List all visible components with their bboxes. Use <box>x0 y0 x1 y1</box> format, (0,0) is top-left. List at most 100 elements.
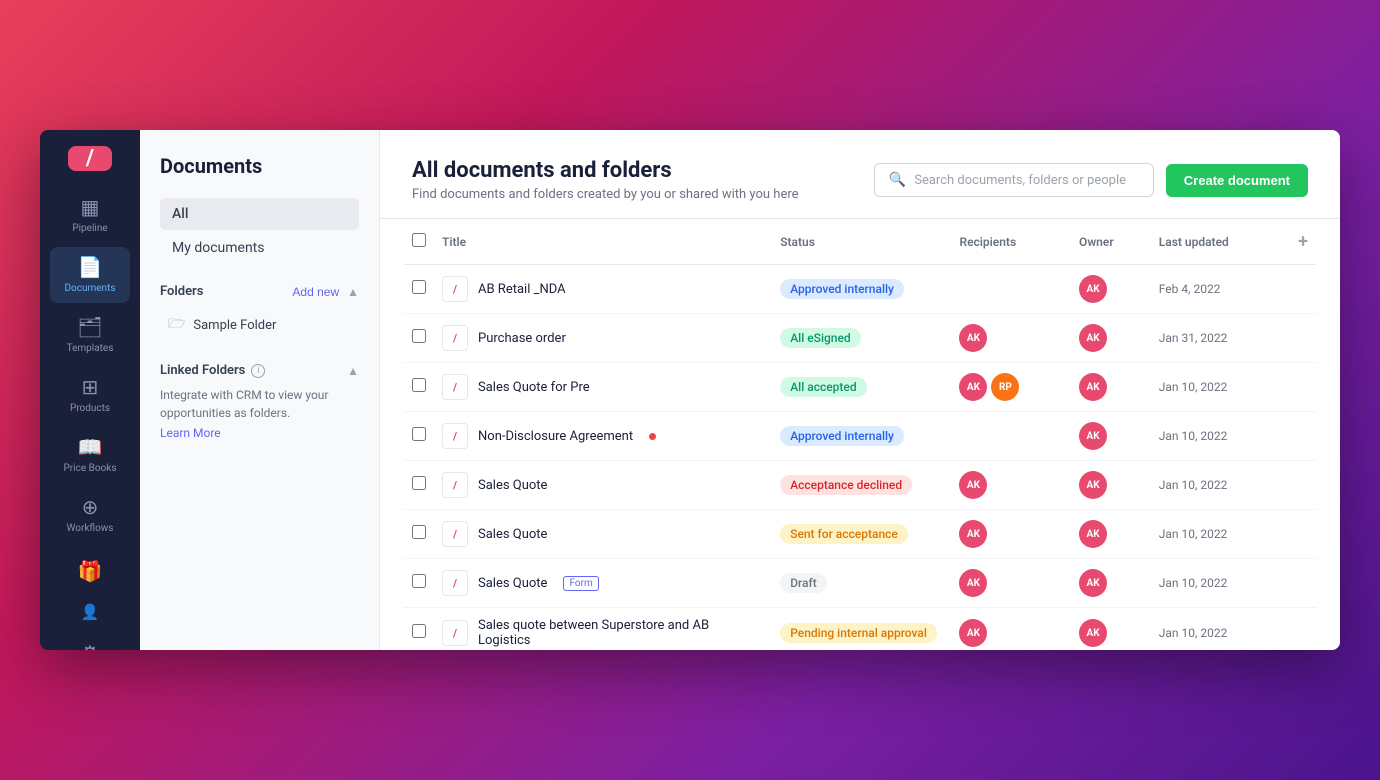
row-title-cell: /Sales Quote <box>434 461 772 510</box>
row-checkbox[interactable] <box>412 525 426 539</box>
row-owner-cell: AK <box>1071 314 1151 363</box>
sidebar-item-gifts[interactable]: 🎁 <box>50 551 130 591</box>
create-document-button[interactable]: Create document <box>1166 164 1308 197</box>
status-badge: Acceptance declined <box>780 475 912 495</box>
select-all-checkbox[interactable] <box>412 233 426 247</box>
row-checkbox[interactable] <box>412 574 426 588</box>
header-actions: 🔍 Search documents, folders or people Cr… <box>874 163 1308 197</box>
recipient-avatar: AK <box>959 520 987 548</box>
owner-avatar: AK <box>1079 373 1107 401</box>
row-checkbox[interactable] <box>412 476 426 490</box>
table-row[interactable]: /Sales Quote for PreAll acceptedAKRPAKJa… <box>404 363 1316 412</box>
table-row[interactable]: /Sales QuoteFormDraftAKAKJan 10, 2022 <box>404 559 1316 608</box>
sidebar-item-workflows[interactable]: ⊕ Workflows <box>50 487 130 543</box>
doc-icon: / <box>442 374 468 400</box>
row-updated-cell: Jan 10, 2022 <box>1151 510 1290 559</box>
row-recipients-cell: AK <box>951 314 1071 363</box>
status-badge: Draft <box>780 573 827 593</box>
row-owner-cell: AK <box>1071 265 1151 314</box>
gifts-icon: 🎁 <box>78 559 103 583</box>
th-checkbox <box>404 219 434 265</box>
search-placeholder: Search documents, folders or people <box>914 173 1126 188</box>
doc-title: AB Retail _NDA <box>478 282 566 297</box>
folders-title: Folders <box>160 284 203 299</box>
status-badge: All eSigned <box>780 328 860 348</box>
sidebar-item-documents[interactable]: 📄 Documents <box>50 247 130 303</box>
sidebar-item-products[interactable]: ⊞ Products <box>50 367 130 423</box>
th-updated: Last updated <box>1151 219 1290 265</box>
linked-folders-info-icon[interactable]: i <box>251 364 265 378</box>
row-updated-cell: Jan 10, 2022 <box>1151 559 1290 608</box>
doc-icon: / <box>442 325 468 351</box>
doc-title: Sales Quote <box>478 478 547 493</box>
table-row[interactable]: /Sales QuoteSent for acceptanceAKAKJan 1… <box>404 510 1316 559</box>
table-row[interactable]: /Non-Disclosure AgreementApproved intern… <box>404 412 1316 461</box>
row-recipients-cell: AK <box>951 608 1071 651</box>
row-updated-cell: Jan 10, 2022 <box>1151 461 1290 510</box>
sidebar-item-add-user[interactable]: 👤 <box>50 595 130 629</box>
doc-icon: / <box>442 620 468 646</box>
add-user-icon: 👤 <box>81 603 100 621</box>
row-checkbox-cell <box>404 265 434 314</box>
status-badge: Pending internal approval <box>780 623 937 643</box>
learn-more-link[interactable]: Learn More <box>160 426 221 440</box>
folders-chevron-icon[interactable]: ▲ <box>347 285 359 299</box>
doc-icon: / <box>442 276 468 302</box>
table-row[interactable]: /Purchase orderAll eSignedAKAKJan 31, 20… <box>404 314 1316 363</box>
linked-folders-chevron-icon[interactable]: ▲ <box>347 364 359 378</box>
table-row[interactable]: /Sales QuoteAcceptance declinedAKAKJan 1… <box>404 461 1316 510</box>
nav-my-documents[interactable]: My documents <box>160 232 359 264</box>
owner-avatar: AK <box>1079 471 1107 499</box>
row-updated-cell: Jan 10, 2022 <box>1151 412 1290 461</box>
owner-avatar: AK <box>1079 619 1107 647</box>
doc-title: Purchase order <box>478 331 566 346</box>
sidebar-label-workflows: Workflows <box>67 523 114 535</box>
sidebar-label-pipeline: Pipeline <box>72 223 107 235</box>
sidebar-item-settings[interactable]: ⚙ <box>50 633 130 650</box>
icon-sidebar: / ▦ Pipeline 📄 Documents 🗂 Templates ⊞ P… <box>40 130 140 650</box>
table-row[interactable]: /AB Retail _NDAApproved internallyAKFeb … <box>404 265 1316 314</box>
row-checkbox-cell <box>404 412 434 461</box>
form-badge: Form <box>563 576 598 591</box>
row-title-cell: / Sales quote between Superstore and AB L… <box>434 608 772 651</box>
app-logo[interactable]: / <box>68 146 112 171</box>
table-row[interactable]: / Sales quote between Superstore and AB L… <box>404 608 1316 651</box>
row-title-cell: /Sales Quote <box>434 510 772 559</box>
nav-all[interactable]: All <box>160 198 359 230</box>
owner-avatar: AK <box>1079 422 1107 450</box>
row-extra-cell <box>1290 510 1316 559</box>
folder-item-sample[interactable]: 🗁 Sample Folder <box>160 307 359 343</box>
add-new-folder-button[interactable]: Add new <box>292 285 339 299</box>
status-badge: Approved internally <box>780 279 904 299</box>
doc-title: Sales Quote for Pre <box>478 380 590 395</box>
row-status-cell: Approved internally <box>772 412 951 461</box>
last-updated-date: Jan 10, 2022 <box>1159 380 1228 394</box>
price-books-icon: 📖 <box>78 435 103 459</box>
row-extra-cell <box>1290 608 1316 651</box>
row-checkbox[interactable] <box>412 280 426 294</box>
row-status-cell: Sent for acceptance <box>772 510 951 559</box>
row-checkbox-cell <box>404 461 434 510</box>
th-title: Title <box>434 219 772 265</box>
page-title: All documents and folders <box>412 158 799 183</box>
sidebar-item-price-books[interactable]: 📖 Price Books <box>50 427 130 483</box>
owner-avatar: AK <box>1079 275 1107 303</box>
row-checkbox[interactable] <box>412 624 426 638</box>
sidebar-label-products: Products <box>70 403 110 415</box>
row-checkbox[interactable] <box>412 378 426 392</box>
th-add-column[interactable]: + <box>1290 219 1316 265</box>
sidebar-label-price-books: Price Books <box>63 463 116 475</box>
row-checkbox[interactable] <box>412 329 426 343</box>
sidebar-item-templates[interactable]: 🗂 Templates <box>50 307 130 363</box>
row-owner-cell: AK <box>1071 363 1151 412</box>
row-checkbox[interactable] <box>412 427 426 441</box>
row-owner-cell: AK <box>1071 412 1151 461</box>
doc-title: Sales quote between Superstore and AB Lo… <box>478 618 764 648</box>
sidebar-item-pipeline[interactable]: ▦ Pipeline <box>50 187 130 243</box>
row-checkbox-cell <box>404 510 434 559</box>
linked-folders-title: Linked Folders <box>160 363 245 378</box>
workflows-icon: ⊕ <box>82 495 99 519</box>
unread-dot <box>649 433 656 440</box>
documents-icon: 📄 <box>78 255 103 279</box>
search-bar[interactable]: 🔍 Search documents, folders or people <box>874 163 1154 197</box>
